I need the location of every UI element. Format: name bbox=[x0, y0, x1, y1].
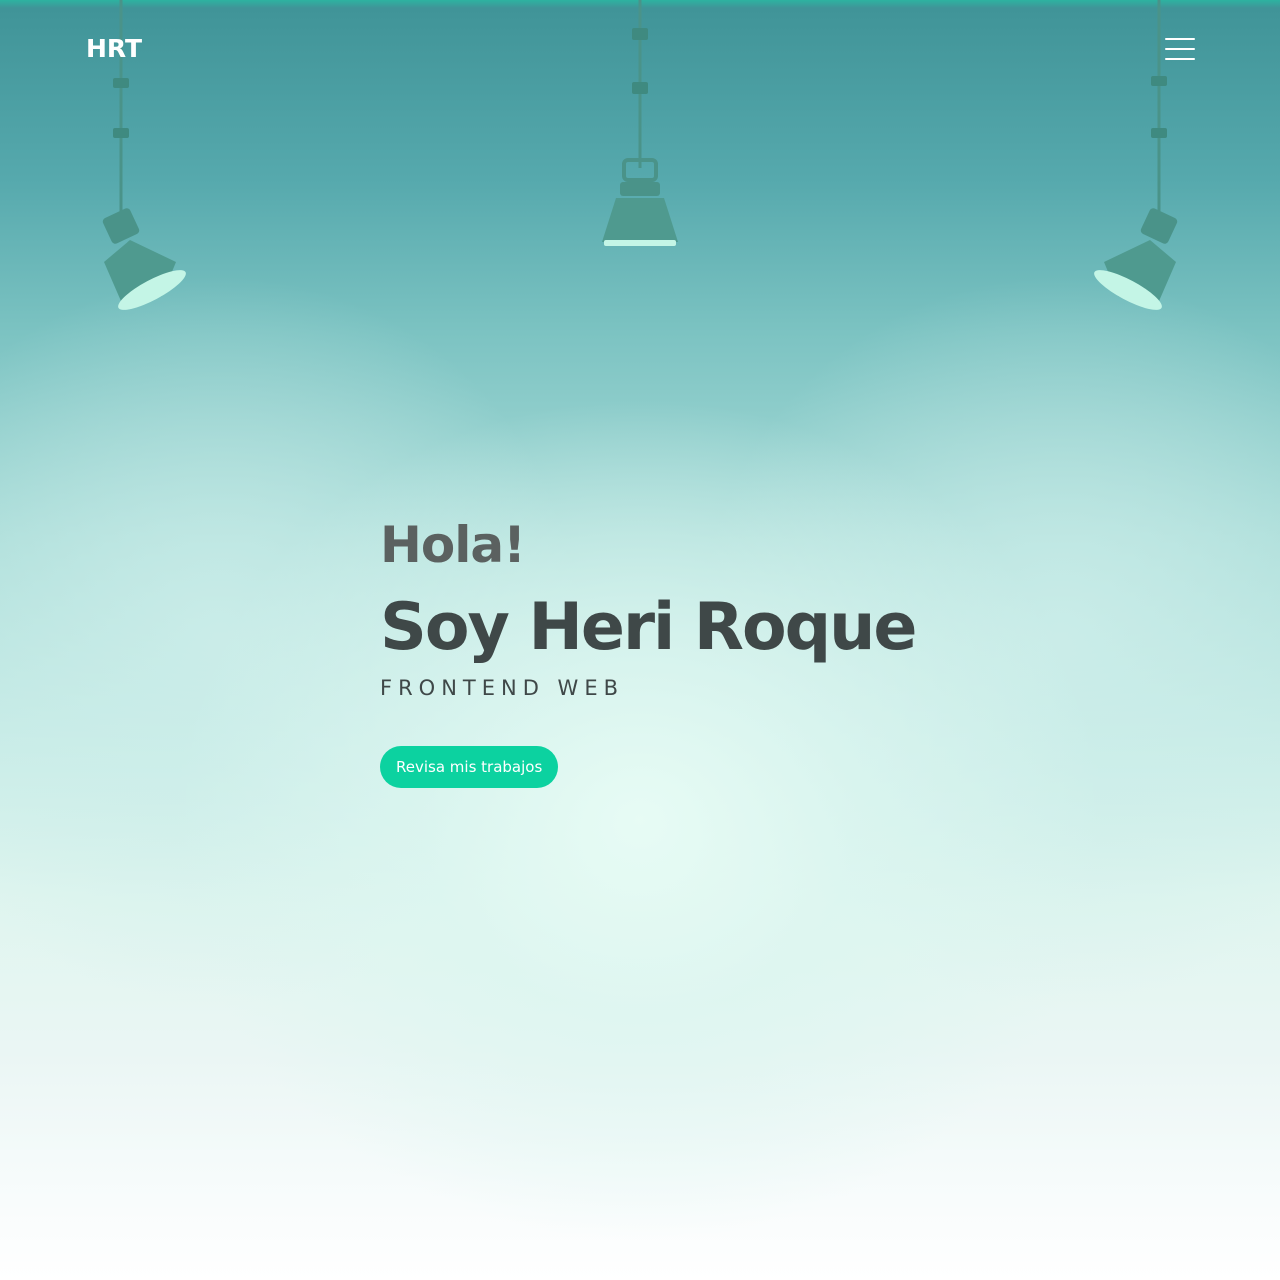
menu-bar-bottom bbox=[1165, 58, 1195, 60]
spotlight-lamps bbox=[102, 0, 1178, 310]
site-logo[interactable]: HRT bbox=[86, 32, 142, 66]
menu-bar-middle bbox=[1165, 48, 1195, 50]
hamburger-menu-icon[interactable] bbox=[1158, 32, 1202, 66]
center-spotlight-icon bbox=[602, 0, 678, 246]
hero-section: HRT Hola! Soy Heri Roque FRONTEND WEB Re… bbox=[0, 0, 1280, 1280]
hero-content: Hola! Soy Heri Roque FRONTEND WEB Revisa… bbox=[380, 512, 1080, 788]
view-work-button[interactable]: Revisa mis trabajos bbox=[380, 746, 559, 788]
hero-role: FRONTEND WEB bbox=[380, 676, 624, 700]
hero-greeting: Hola! bbox=[380, 516, 526, 574]
hero-name: Soy Heri Roque bbox=[380, 590, 918, 665]
menu-bar-top bbox=[1165, 38, 1195, 40]
